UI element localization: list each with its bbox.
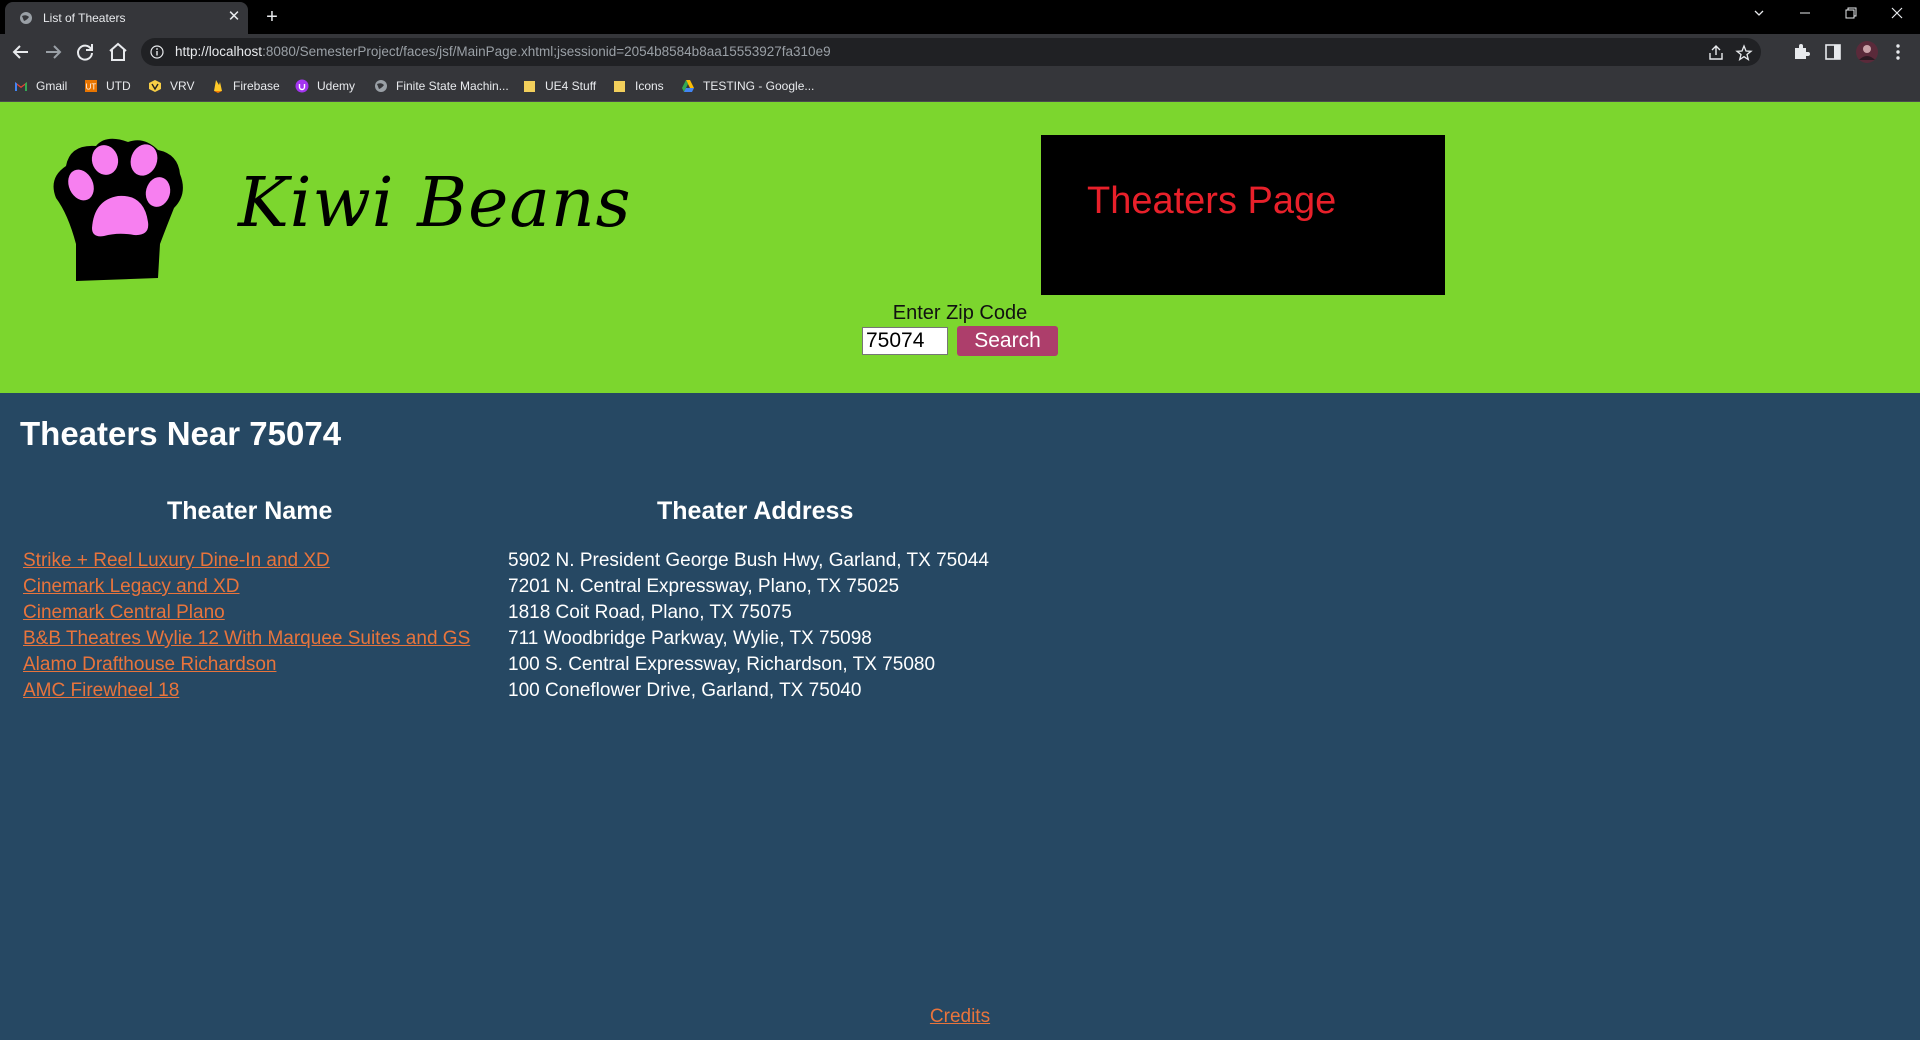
- table-row: B&B Theatres Wylie 12 With Marquee Suite…: [0, 628, 1100, 654]
- theater-address: 1818 Coit Road, Plano, TX 75075: [508, 602, 792, 623]
- back-arrow-icon[interactable]: [9, 40, 33, 64]
- credits-footer: Credits: [0, 1006, 1920, 1028]
- table-row: Strike + Reel Luxury Dine-In and XD 5902…: [0, 550, 1100, 576]
- home-icon[interactable]: [106, 40, 130, 64]
- bookmark-firebase[interactable]: Firebase: [211, 70, 280, 102]
- banner-title: Theaters Page: [1087, 180, 1337, 222]
- profile-avatar-icon[interactable]: [1855, 40, 1879, 64]
- column-header-name: Theater Name: [167, 497, 333, 525]
- bookmark-gmail[interactable]: Gmail: [14, 70, 67, 102]
- zip-label: Enter Zip Code: [892, 302, 1028, 324]
- svg-text:UT: UT: [86, 83, 97, 92]
- minimize-icon[interactable]: [1782, 0, 1828, 30]
- theater-link[interactable]: AMC Firewheel 18: [23, 680, 179, 702]
- extensions-puzzle-icon[interactable]: [1791, 42, 1811, 62]
- browser-toolbar: http://localhost:8080/SemesterProject/fa…: [0, 34, 1920, 70]
- bookmark-icons[interactable]: Icons: [613, 70, 664, 102]
- forward-arrow-icon[interactable]: [41, 40, 65, 64]
- udemy-icon: [295, 79, 309, 93]
- site-header: Kiwi Beans Theaters Page Enter Zip Code …: [0, 102, 1920, 393]
- table-row: Cinemark Legacy and XD 7201 N. Central E…: [0, 576, 1100, 602]
- menu-kebab-icon[interactable]: [1888, 42, 1908, 62]
- page-banner: Theaters Page: [1041, 135, 1445, 295]
- page-title: Theaters Near 75074: [20, 415, 342, 452]
- utd-icon: UT: [85, 80, 97, 92]
- tab-search-icon[interactable]: [1736, 0, 1782, 30]
- bookmark-testing[interactable]: TESTING - Google...: [681, 70, 814, 102]
- brand-name: Kiwi Beans: [238, 164, 632, 243]
- main-content: Theaters Near 75074 Theater Name Theater…: [0, 393, 1920, 1040]
- close-window-icon[interactable]: [1874, 0, 1920, 30]
- tab-title: List of Theaters: [43, 11, 126, 25]
- bookmark-ue4-stuff[interactable]: UE4 Stuff: [523, 70, 596, 102]
- theater-address: 711 Woodbridge Parkway, Wylie, TX 75098: [508, 628, 872, 649]
- share-icon[interactable]: [1707, 44, 1725, 62]
- theater-address: 100 Coneflower Drive, Garland, TX 75040: [508, 680, 862, 701]
- column-header-address: Theater Address: [657, 497, 854, 525]
- tab-close-icon[interactable]: ✕: [226, 9, 242, 25]
- globe-icon: [375, 80, 387, 92]
- theater-address: 7201 N. Central Expressway, Plano, TX 75…: [508, 576, 900, 597]
- theater-link[interactable]: Cinemark Central Plano: [23, 602, 225, 624]
- bookmark-finite-state[interactable]: Finite State Machin...: [374, 70, 509, 102]
- new-tab-icon[interactable]: +: [260, 5, 284, 29]
- folder-icon: [524, 81, 535, 92]
- folder-icon: [614, 81, 625, 92]
- table-row: Cinemark Central Plano 1818 Coit Road, P…: [0, 602, 1100, 628]
- bookmark-vrv[interactable]: VRV: [148, 70, 194, 102]
- bookmarks-bar: Gmail UT UTD VRV Firebase Udemy Finite S…: [0, 70, 1920, 102]
- credits-link[interactable]: Credits: [930, 1006, 990, 1027]
- theater-link[interactable]: Alamo Drafthouse Richardson: [23, 654, 276, 676]
- site-info-icon[interactable]: [150, 45, 164, 59]
- paw-logo-icon: [53, 138, 183, 281]
- reload-icon[interactable]: [73, 40, 97, 64]
- bookmark-star-icon[interactable]: [1735, 44, 1753, 62]
- firebase-icon: [214, 80, 222, 93]
- globe-icon: [20, 12, 32, 24]
- browser-tab[interactable]: List of Theaters ✕: [5, 2, 248, 34]
- table-row: AMC Firewheel 18 100 Coneflower Drive, G…: [0, 680, 1100, 706]
- url-text: http://localhost:8080/SemesterProject/fa…: [175, 44, 831, 59]
- theater-address: 100 S. Central Expressway, Richardson, T…: [508, 654, 936, 675]
- zip-code-input[interactable]: [862, 327, 948, 355]
- browser-tabstrip: List of Theaters ✕ +: [0, 0, 1920, 34]
- theater-link[interactable]: B&B Theatres Wylie 12 With Marquee Suite…: [23, 628, 470, 650]
- bookmark-utd[interactable]: UT UTD: [84, 70, 131, 102]
- theater-link[interactable]: Strike + Reel Luxury Dine-In and XD: [23, 550, 330, 572]
- search-button[interactable]: Search: [957, 326, 1058, 356]
- address-bar[interactable]: http://localhost:8080/SemesterProject/fa…: [141, 38, 1761, 66]
- restore-icon[interactable]: [1828, 0, 1874, 30]
- theater-address: 5902 N. President George Bush Hwy, Garla…: [508, 550, 989, 571]
- gmail-icon: [15, 82, 27, 91]
- bookmark-udemy[interactable]: Udemy: [295, 70, 355, 102]
- table-row: Alamo Drafthouse Richardson 100 S. Centr…: [0, 654, 1100, 680]
- side-panel-icon[interactable]: [1823, 42, 1843, 62]
- vrv-icon: [149, 80, 161, 92]
- theater-link[interactable]: Cinemark Legacy and XD: [23, 576, 240, 598]
- google-drive-icon: [682, 80, 694, 92]
